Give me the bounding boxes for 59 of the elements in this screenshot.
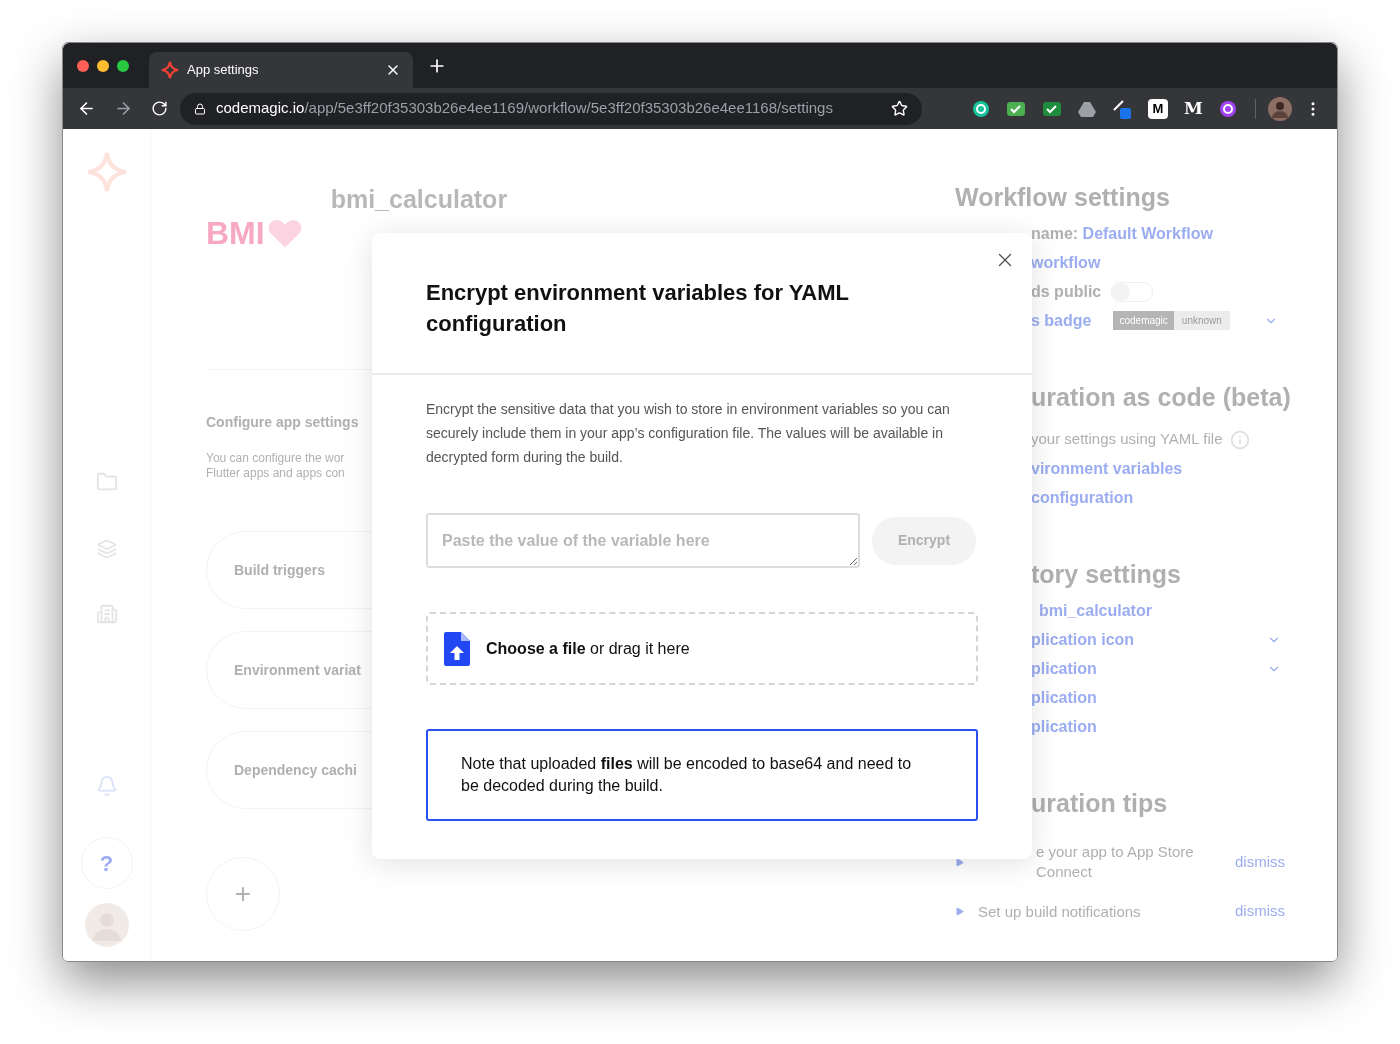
description-text: Flutter apps and apps con (206, 466, 346, 481)
setting-link[interactable]: plication (1031, 685, 1281, 710)
extension-icon[interactable] (1042, 99, 1062, 118)
card-title: Dependency cachi (234, 760, 357, 780)
section-title: Configure app settings (206, 413, 360, 432)
file-upload-icon (444, 631, 470, 666)
logo-text: BMI (206, 217, 265, 249)
star-logo-icon (161, 61, 179, 79)
star-logo-icon[interactable] (85, 151, 128, 193)
repository-name[interactable]: bmi_calculator (1031, 596, 1152, 625)
setting-label: ds public (1031, 281, 1102, 302)
tip-text: Set up build notifications (978, 901, 1142, 922)
dropzone-text: Choose a file or drag it here (486, 638, 690, 659)
expand-arrow-icon[interactable] (955, 857, 964, 867)
bookmark-star-icon[interactable] (891, 100, 908, 117)
forward-icon[interactable] (114, 99, 133, 118)
setting-link[interactable]: workflow (1031, 248, 1101, 277)
url-text: codemagic.io/app/5e3ff20f35303b26e4ee1169/workflow/5e3ff20f35303b26e4ee1168/settings (216, 98, 834, 119)
dialog-description: Encrypt the sensitive data that you wish to store in environment variables so you can securely include them in your app’s configuration file. The values will be available in decrypted form during the build. (426, 400, 951, 467)
section-title: tory settings (1031, 559, 1183, 591)
setting-label: your settings using YAML file (1031, 429, 1223, 450)
browser-tab[interactable]: App settings (149, 52, 413, 88)
dismiss-link[interactable]: dismiss (1235, 850, 1285, 874)
setting-link[interactable]: s badge (1031, 308, 1092, 333)
minimize-window-button[interactable] (97, 59, 109, 72)
variable-value-field[interactable]: Paste the value of the variable here (426, 513, 860, 568)
file-dropzone[interactable]: Choose a file or drag it here (426, 612, 978, 685)
extension-icon[interactable] (972, 99, 990, 118)
extension-icon[interactable] (1006, 99, 1026, 118)
extension-icon[interactable] (1112, 97, 1132, 120)
section-title: Workflow settings (955, 182, 1171, 214)
workflow-name: name: Default Workflow (1031, 223, 1214, 244)
heart-icon (266, 217, 303, 249)
back-icon[interactable] (77, 99, 96, 118)
card-title: Environment variat (234, 660, 361, 680)
dismiss-link[interactable]: dismiss (1235, 900, 1285, 923)
reload-icon[interactable] (151, 100, 168, 117)
app-name: bmi_calculator (330, 187, 508, 212)
lock-icon (194, 102, 206, 115)
extension-icon[interactable]: M (1148, 98, 1168, 119)
card-title: Build triggers (234, 560, 325, 580)
setting-link[interactable]: plication icon (1031, 627, 1267, 652)
profile-avatar[interactable] (1267, 96, 1292, 121)
setting-link[interactable]: plication (1031, 656, 1267, 681)
section-title: uration as code (beta) (1031, 382, 1292, 414)
description-text: You can configure the wor (206, 451, 346, 466)
extension-icon[interactable] (1218, 99, 1237, 118)
setting-link[interactable]: configuration (1031, 483, 1134, 512)
section-title: uration tips (1031, 788, 1169, 820)
note-text: Note that uploaded files will be encoded to base64 and need to be decoded during the build. (461, 754, 913, 796)
dialog-title: Encrypt environment variables for YAML configuration (426, 279, 850, 338)
tip-text: e your app to App Store Connect (1035, 842, 1195, 882)
setting-link[interactable]: plication (1031, 714, 1281, 739)
setting-link[interactable]: vironment variables (1031, 454, 1183, 483)
tab-title: App settings (187, 61, 260, 80)
maximize-window-button[interactable] (117, 59, 129, 72)
close-window-button[interactable] (77, 59, 89, 72)
extension-icon[interactable]: M (1184, 100, 1203, 117)
address-bar[interactable]: codemagic.io/app/5e3ff20f35303b26e4ee1169/workflow/5e3ff20f35303b26e4ee1168/settings (180, 92, 922, 125)
